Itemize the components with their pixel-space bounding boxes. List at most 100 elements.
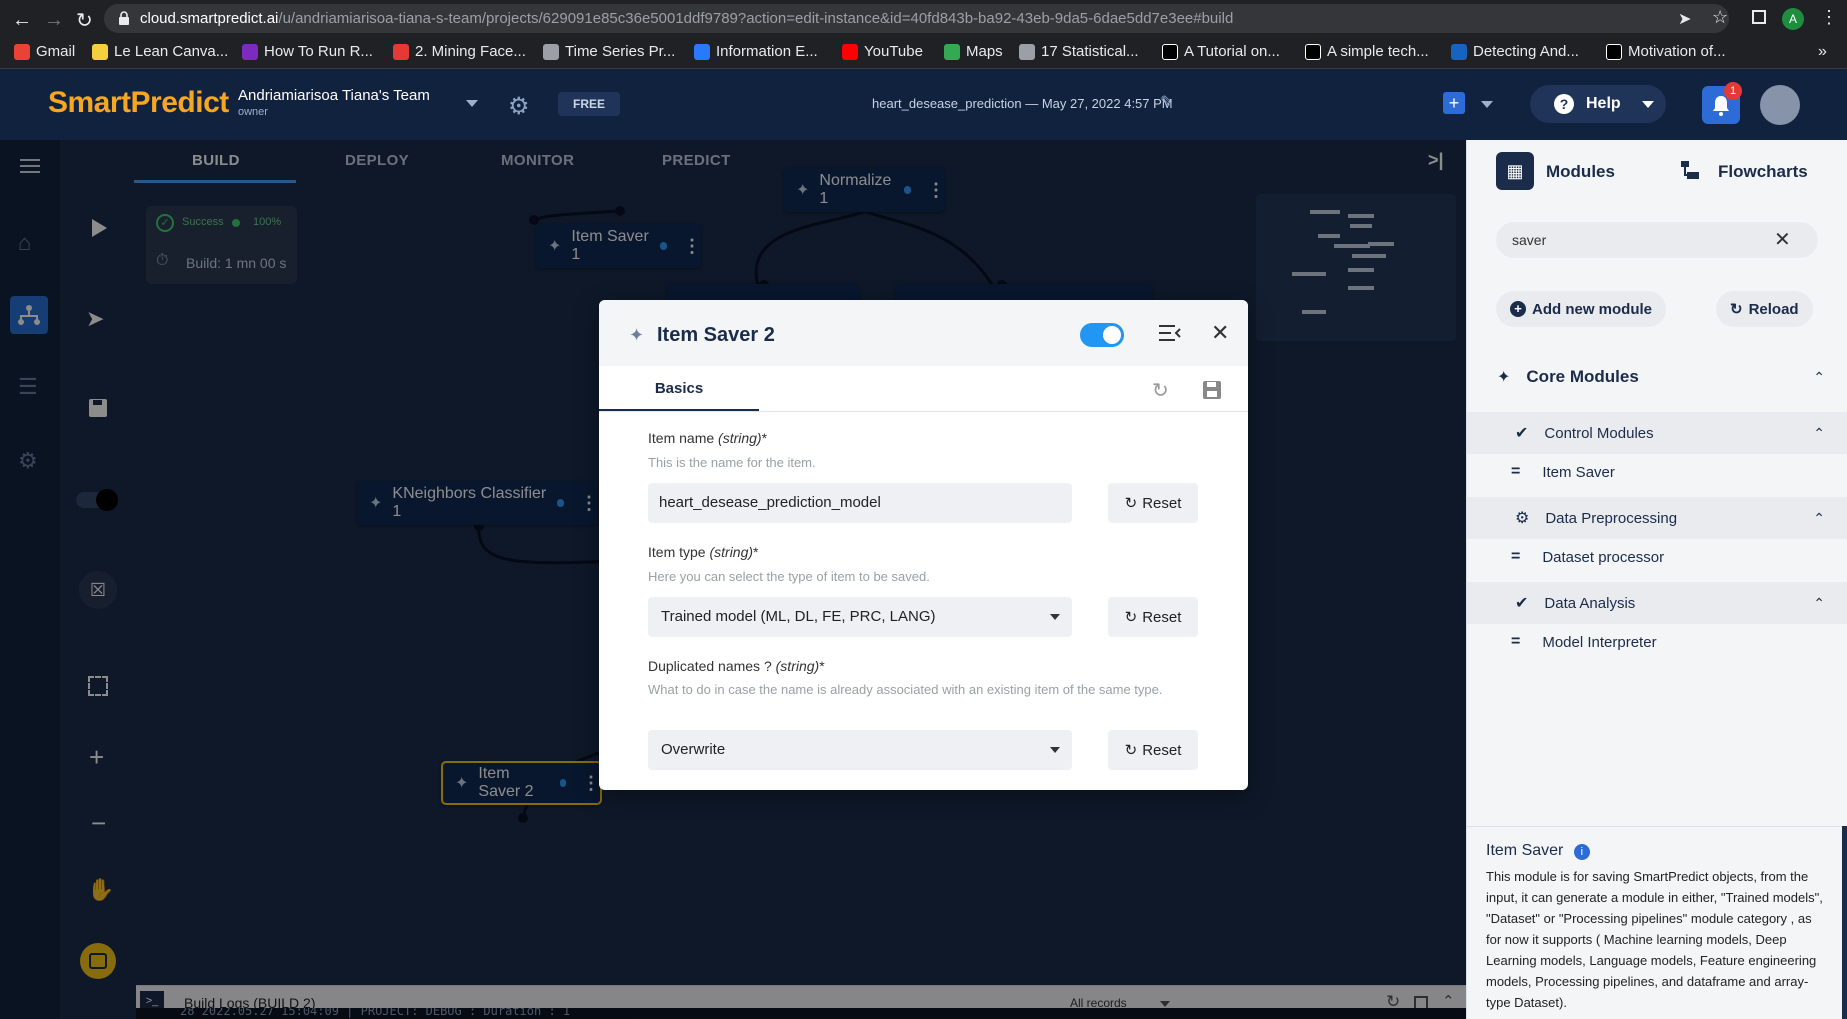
module-item-saver[interactable]: = Item Saver <box>1467 452 1847 492</box>
bookmark-label: Le Lean Canva... <box>114 43 229 60</box>
url-text: cloud.smartpredict.ai/u/andriamiarisoa-t… <box>140 10 1233 27</box>
user-avatar[interactable] <box>1760 85 1800 125</box>
add-new-module-label: Add new module <box>1532 300 1652 318</box>
star-icon[interactable]: ☆ <box>1712 7 1728 28</box>
drag-handle-icon[interactable]: = <box>1511 548 1520 566</box>
bookmark-label: Motivation of... <box>1628 43 1726 60</box>
bookmark-icon <box>1606 43 1622 60</box>
bookmark-icon <box>1451 43 1467 60</box>
group-label: Control Modules <box>1544 424 1654 442</box>
bookmark-tutorial[interactable]: A Tutorial on... <box>1162 43 1280 60</box>
help-question-icon: ? <box>1554 94 1574 114</box>
dropdown-caret-icon <box>1050 747 1060 753</box>
bookmark-label: How To Run R... <box>264 43 373 60</box>
bookmarks-overflow-icon[interactable]: » <box>1818 43 1827 61</box>
reset-icon: ↻ <box>1124 742 1138 759</box>
add-new-module-button[interactable]: + Add new module <box>1496 291 1666 327</box>
send-icon[interactable]: ➤ <box>1678 9 1691 29</box>
tab-modules[interactable]: Modules <box>1546 162 1615 182</box>
item-type-select[interactable]: Trained model (ML, DL, FE, PRC, LANG) <box>648 597 1072 637</box>
bookmark-how-to-run[interactable]: How To Run R... <box>242 43 373 60</box>
field-type: (string) <box>718 430 762 446</box>
group-data-preprocessing[interactable]: ⚙ Data Preprocessing ⌃ <box>1467 497 1847 539</box>
module-model-interpreter[interactable]: = Model Interpreter <box>1467 622 1847 662</box>
module-enabled-toggle[interactable] <box>1080 323 1124 347</box>
drag-handle-icon[interactable]: = <box>1511 463 1520 481</box>
add-button[interactable]: + <box>1443 92 1465 114</box>
settings-gear-icon[interactable]: ⚙ <box>508 92 530 121</box>
bookmark-information[interactable]: Information E... <box>694 43 818 60</box>
reload-button[interactable]: ↻ Reload <box>1716 291 1813 327</box>
field-type: (string) <box>709 544 754 560</box>
collapse-chevron-icon[interactable]: ⌃ <box>1813 369 1825 386</box>
drag-handle-icon[interactable]: = <box>1511 633 1520 651</box>
reset-icon: ↻ <box>1124 609 1138 626</box>
bookmark-label: 2. Mining Face... <box>415 43 526 60</box>
bookmark-label: Maps <box>966 43 1003 60</box>
reset-item-name-button[interactable]: ↻ Reset <box>1108 483 1198 523</box>
reset-all-icon[interactable]: ↻ <box>1152 378 1169 403</box>
save-settings-icon[interactable] <box>1202 380 1222 400</box>
modules-puzzle-icon[interactable]: ▦ <box>1496 152 1534 190</box>
bookmark-lean-canvas[interactable]: Le Lean Canva... <box>92 43 228 60</box>
dialog-title: Item Saver 2 <box>657 324 775 346</box>
bookmark-label: A simple tech... <box>1327 43 1429 60</box>
bookmark-label: A Tutorial on... <box>1184 43 1280 60</box>
field-label-text: Duplicated names ? <box>648 658 772 674</box>
close-icon[interactable]: ✕ <box>1211 320 1229 346</box>
reload-icon[interactable]: ↻ <box>76 8 93 33</box>
reset-label: Reset <box>1142 494 1182 512</box>
sidebar-toggle-icon[interactable] <box>1752 10 1766 24</box>
app-logo[interactable]: SmartPredict <box>48 86 229 120</box>
info-icon: i <box>1573 844 1590 860</box>
add-circle-icon: + <box>1510 301 1526 317</box>
reload-icon: ↻ <box>1730 301 1743 318</box>
bookmark-motivation[interactable]: Motivation of... <box>1606 43 1726 60</box>
item-name-input[interactable]: heart_desease_prediction_model <box>648 483 1072 523</box>
module-search-input[interactable]: saver ✕ <box>1496 222 1818 258</box>
collapse-list-icon[interactable] <box>1159 324 1181 342</box>
help-button[interactable]: ? Help <box>1530 85 1666 123</box>
bookmark-gmail[interactable]: Gmail <box>14 43 75 60</box>
group-data-analysis[interactable]: ✔ Data Analysis ⌃ <box>1467 582 1847 624</box>
bookmark-simple-tech[interactable]: A simple tech... <box>1305 43 1429 60</box>
project-title: heart_desease_prediction — May 27, 2022 … <box>872 96 1173 111</box>
bookmark-statistical[interactable]: 17 Statistical... <box>1019 43 1139 60</box>
profile-avatar[interactable]: A <box>1782 8 1804 30</box>
clear-search-icon[interactable]: ✕ <box>1774 227 1791 252</box>
bookmark-youtube[interactable]: YouTube <box>842 43 923 60</box>
team-dropdown-caret-icon[interactable] <box>466 100 478 107</box>
back-arrow-icon[interactable]: ← <box>12 9 32 32</box>
group-control-modules[interactable]: ✔ Control Modules ⌃ <box>1467 412 1847 454</box>
module-dataset-processor[interactable]: = Dataset processor <box>1467 537 1847 577</box>
description-scrollbar[interactable] <box>1842 826 1847 1019</box>
bookmark-mining-face[interactable]: 2. Mining Face... <box>393 43 526 60</box>
team-selector[interactable]: Andriamiarisoa Tiana's Team owner <box>238 87 430 118</box>
required-mark: * <box>761 430 768 446</box>
bookmark-detecting[interactable]: Detecting And... <box>1451 43 1579 60</box>
cogs-icon: ⚙ <box>1515 510 1530 527</box>
collapse-chevron-icon[interactable]: ⌃ <box>1813 425 1825 442</box>
reset-item-type-button[interactable]: ↻ Reset <box>1108 597 1198 637</box>
reset-duplicated-names-button[interactable]: ↻ Reset <box>1108 730 1198 770</box>
duplicated-names-label: Duplicated names ? (string)* <box>648 658 825 674</box>
forward-arrow-icon[interactable]: → <box>44 9 64 32</box>
collapse-chevron-icon[interactable]: ⌃ <box>1813 510 1825 527</box>
check-icon: ✔ <box>1515 595 1529 612</box>
bookmark-time-series[interactable]: Time Series Pr... <box>543 43 675 60</box>
group-label: Data Analysis <box>1544 594 1636 612</box>
help-label: Help <box>1586 95 1621 112</box>
edit-pencil-icon[interactable]: ✎ <box>1160 92 1173 112</box>
add-dropdown-caret-icon[interactable] <box>1481 101 1493 108</box>
tab-flowcharts[interactable]: Flowcharts <box>1718 162 1808 182</box>
bookmark-label: Information E... <box>716 43 818 60</box>
team-name: Andriamiarisoa Tiana's Team <box>238 87 430 104</box>
collapse-chevron-icon[interactable]: ⌃ <box>1813 595 1825 612</box>
duplicated-names-select[interactable]: Overwrite <box>648 730 1072 770</box>
bookmark-label: YouTube <box>864 43 923 60</box>
description-divider <box>1467 826 1847 827</box>
tab-basics[interactable]: Basics <box>599 366 759 412</box>
bookmark-maps[interactable]: Maps <box>944 43 1003 60</box>
core-modules-header[interactable]: ✦ Core Modules ⌃ <box>1467 356 1847 398</box>
menu-kebab-icon[interactable]: ⋮ <box>1820 7 1838 28</box>
